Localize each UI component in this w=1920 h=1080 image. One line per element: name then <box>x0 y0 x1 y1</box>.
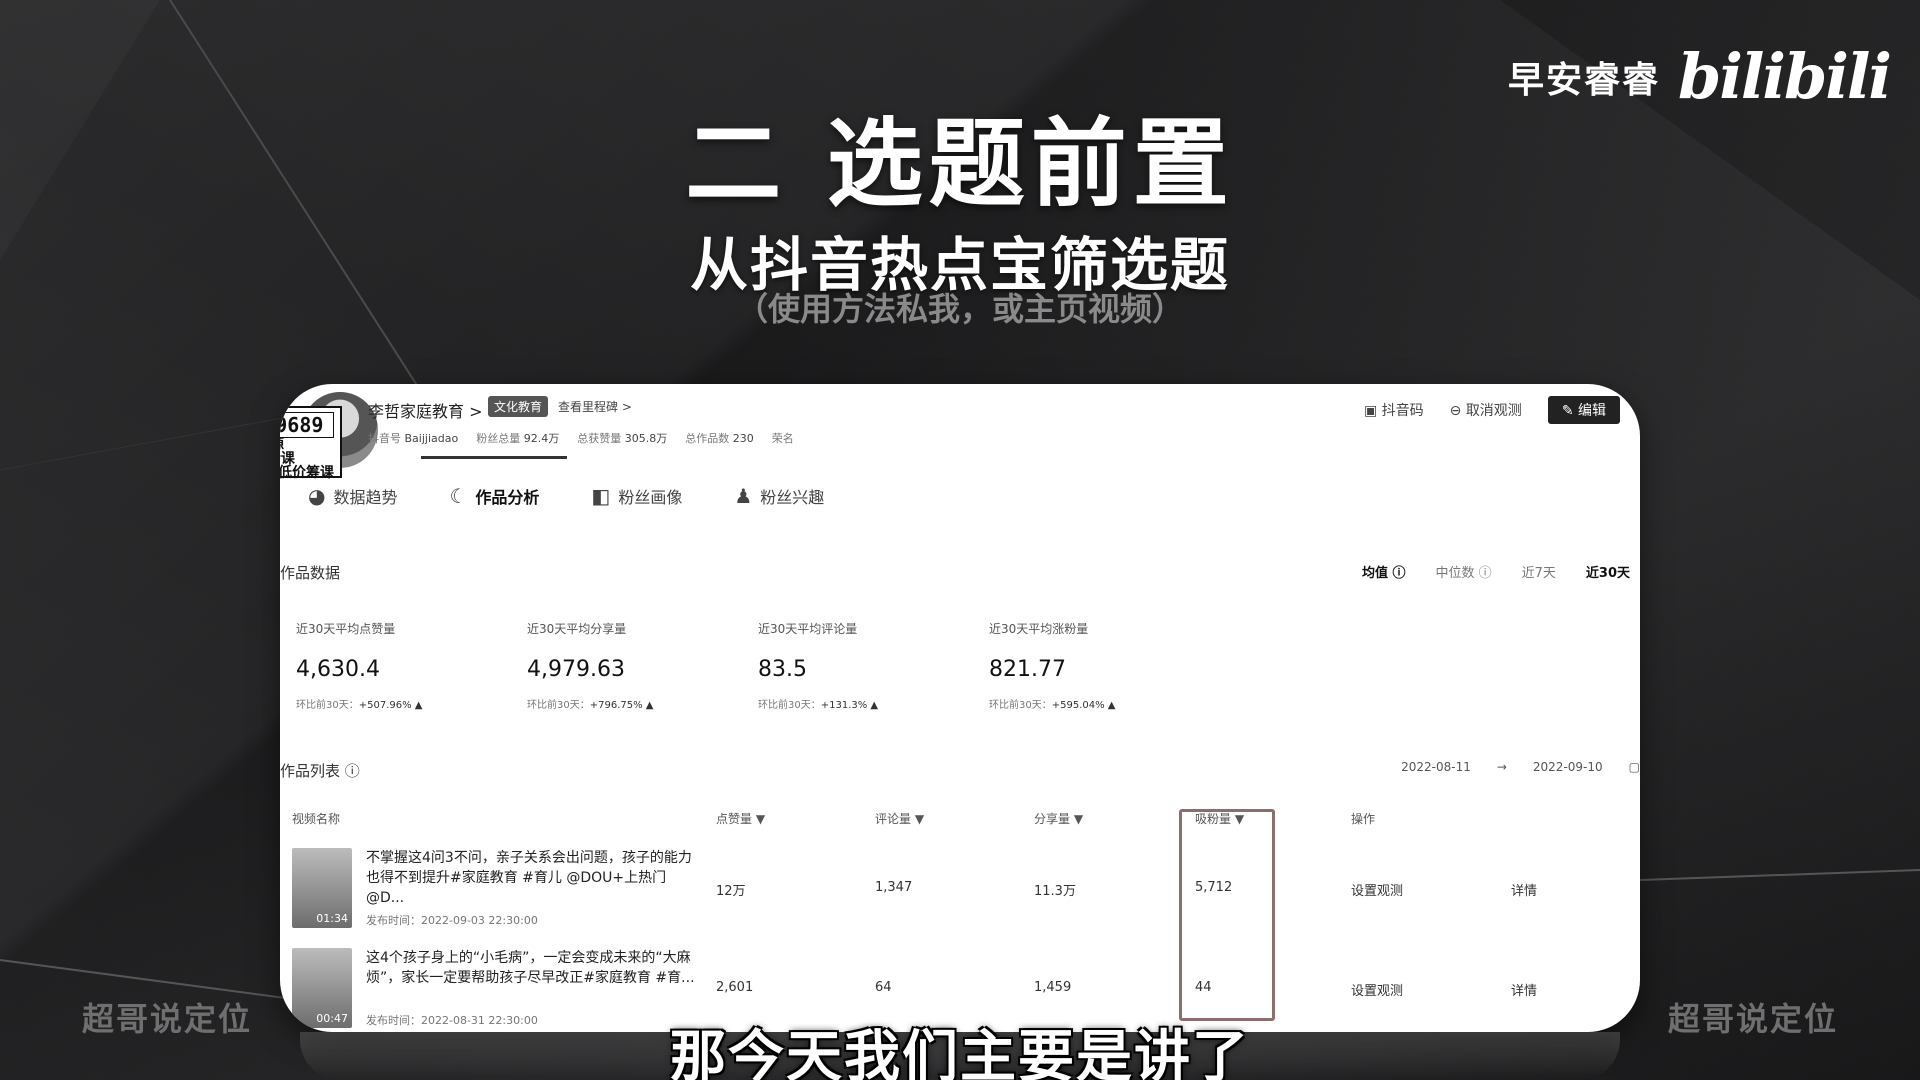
metric-fans: 近30天平均涨粉量 821.77 环比前30天：+595.04% ▲ <box>989 622 1116 711</box>
stamp-line2: 加V每周送新课 <box>280 451 295 467</box>
cell-shares: 1,459 <box>1034 980 1072 995</box>
col-video-name: 视频名称 <box>292 812 341 826</box>
col-comments-sort[interactable]: 评论量 ▼ <box>875 810 924 827</box>
calendar-icon[interactable]: ▢ <box>1629 760 1640 774</box>
stat-douyin-id: 抖音号 Baijjiadao <box>368 432 459 445</box>
stat-works: 总作品数 230 <box>685 432 754 445</box>
qr-icon: ▣ <box>1363 403 1378 419</box>
tab-data-trend[interactable]: ◕ 数据趋势 <box>308 484 397 518</box>
category-tag: 文化教育 <box>488 396 549 417</box>
set-watch-link[interactable]: 设置观测 <box>1351 880 1403 899</box>
chart-icon: ◕ <box>308 484 326 508</box>
median-toggle[interactable]: 中位数 ⓘ <box>1435 562 1491 581</box>
table-row: 01:34 不掌握这4问3不问，亲子关系会出问题，孩子的能力也得不到提升#家庭教… <box>280 848 1640 928</box>
milestone-link[interactable]: 查看里程碑 > <box>558 398 632 415</box>
cell-comments: 64 <box>875 980 892 995</box>
cell-shares: 11.3万 <box>1034 884 1076 899</box>
works-data-label: 作品数据 <box>280 564 341 582</box>
date-separator: → <box>1496 760 1507 774</box>
video-thumbnail[interactable]: 01:34 <box>292 848 352 928</box>
works-list-label: 作品列表 ⓘ <box>280 762 360 780</box>
portrait-icon: ◧ <box>591 484 611 508</box>
interest-icon: ♟ <box>734 484 753 508</box>
slide-title: 二 选题前置 <box>685 108 1235 220</box>
tab-works-analysis[interactable]: ☾ 作品分析 <box>421 456 568 518</box>
range-7d[interactable]: 近7天 <box>1522 562 1556 581</box>
date-start[interactable]: 2022-08-11 <box>1401 760 1471 774</box>
top-actions: ▣ 抖音码 ⊖ 取消观测 ✎ 编辑 <box>1364 396 1620 424</box>
stamp-phone: 1690259689 <box>280 412 334 438</box>
date-end[interactable]: 2022-09-10 <box>1533 760 1603 774</box>
subtitle-caption: 那今天我们主要是讲了 <box>670 1025 1250 1080</box>
tab-fan-portrait[interactable]: ◧ 粉丝画像 <box>591 484 682 518</box>
fans-column-highlight <box>1179 809 1275 1021</box>
slide-note: （使用方法私我，或主页视频） <box>735 290 1184 328</box>
video-duration: 01:34 <box>316 912 348 925</box>
col-shares-sort[interactable]: 分享量 ▼ <box>1034 810 1083 827</box>
minus-circle-icon: ⊖ <box>1449 403 1462 419</box>
range-30d[interactable]: 近30天 <box>1586 562 1630 581</box>
detail-link[interactable]: 详情 <box>1511 880 1537 899</box>
douyin-code-button[interactable]: ▣ 抖音码 <box>1364 400 1424 420</box>
publish-time: 发布时间：2022-09-03 22:30:00 <box>366 914 538 927</box>
date-range-picker[interactable]: 2022-08-11 → 2022-09-10 ▢ <box>1401 760 1640 774</box>
edit-button[interactable]: ✎ 编辑 <box>1547 396 1620 424</box>
video-title[interactable]: 不掌握这4问3不问，亲子关系会出问题，孩子的能力也得不到提升#家庭教育 #育儿 … <box>366 848 696 908</box>
col-likes-sort[interactable]: 点赞量 ▼ <box>716 810 765 827</box>
col-operations: 操作 <box>1351 812 1376 826</box>
metric-shares: 近30天平均分享量 4,979.63 环比前30天：+796.75% ▲ <box>527 622 654 711</box>
stat-likes: 总获赞量 305.8万 <box>577 432 668 445</box>
video-title[interactable]: 这4个孩子身上的“小毛病”，一定会变成未来的“大麻烦”，家长一定要帮助孩子尽早改… <box>366 948 696 988</box>
mean-toggle[interactable]: 均值 ⓘ <box>1362 562 1406 581</box>
tab-fan-interest[interactable]: ♟ 粉丝兴趣 <box>734 484 824 518</box>
metric-comments: 近30天平均评论量 83.5 环比前30天：+131.3% ▲ <box>758 622 879 711</box>
moon-icon: ☾ <box>449 484 468 508</box>
metric-likes: 近30天平均点赞量 4,630.4 环比前30天：+507.96% ▲ <box>296 622 423 711</box>
screenshot-panel: 1690259689 兮兮一手课源 加V每周送新课 超低价筹课 李哲家庭教育 >… <box>280 384 1640 1032</box>
stamp-line1: 兮兮一手课源 <box>280 438 334 452</box>
metric-controls: 均值 ⓘ 中位数 ⓘ 近7天 近30天 <box>1362 562 1630 581</box>
watermark-stamp: 1690259689 兮兮一手课源 加V每周送新课 超低价筹课 <box>280 406 342 481</box>
cancel-watch-button[interactable]: ⊖ 取消观测 <box>1450 400 1522 420</box>
stat-rank: 荣名 <box>771 432 794 445</box>
detail-link[interactable]: 详情 <box>1511 980 1537 999</box>
cell-comments: 1,347 <box>875 880 913 895</box>
pencil-icon: ✎ <box>1561 403 1574 419</box>
cell-likes: 2,601 <box>716 980 754 995</box>
metrics-row: 近30天平均点赞量 4,630.4 环比前30天：+507.96% ▲ 近30天… <box>296 620 1220 711</box>
tab-bar: ◕ 数据趋势 ☾ 作品分析 ◧ 粉丝画像 ♟ 粉丝兴趣 <box>308 456 824 518</box>
cell-likes: 12万 <box>716 884 746 899</box>
account-name-link[interactable]: 李哲家庭教育 > <box>368 398 483 422</box>
stamp-line3: 超低价筹课 <box>280 465 334 481</box>
account-stats: 抖音号 Baijjiadao 粉丝总量 92.4万 总获赞量 305.8万 总作… <box>368 430 794 446</box>
set-watch-link[interactable]: 设置观测 <box>1351 980 1403 999</box>
stat-fans: 粉丝总量 92.4万 <box>476 432 560 445</box>
